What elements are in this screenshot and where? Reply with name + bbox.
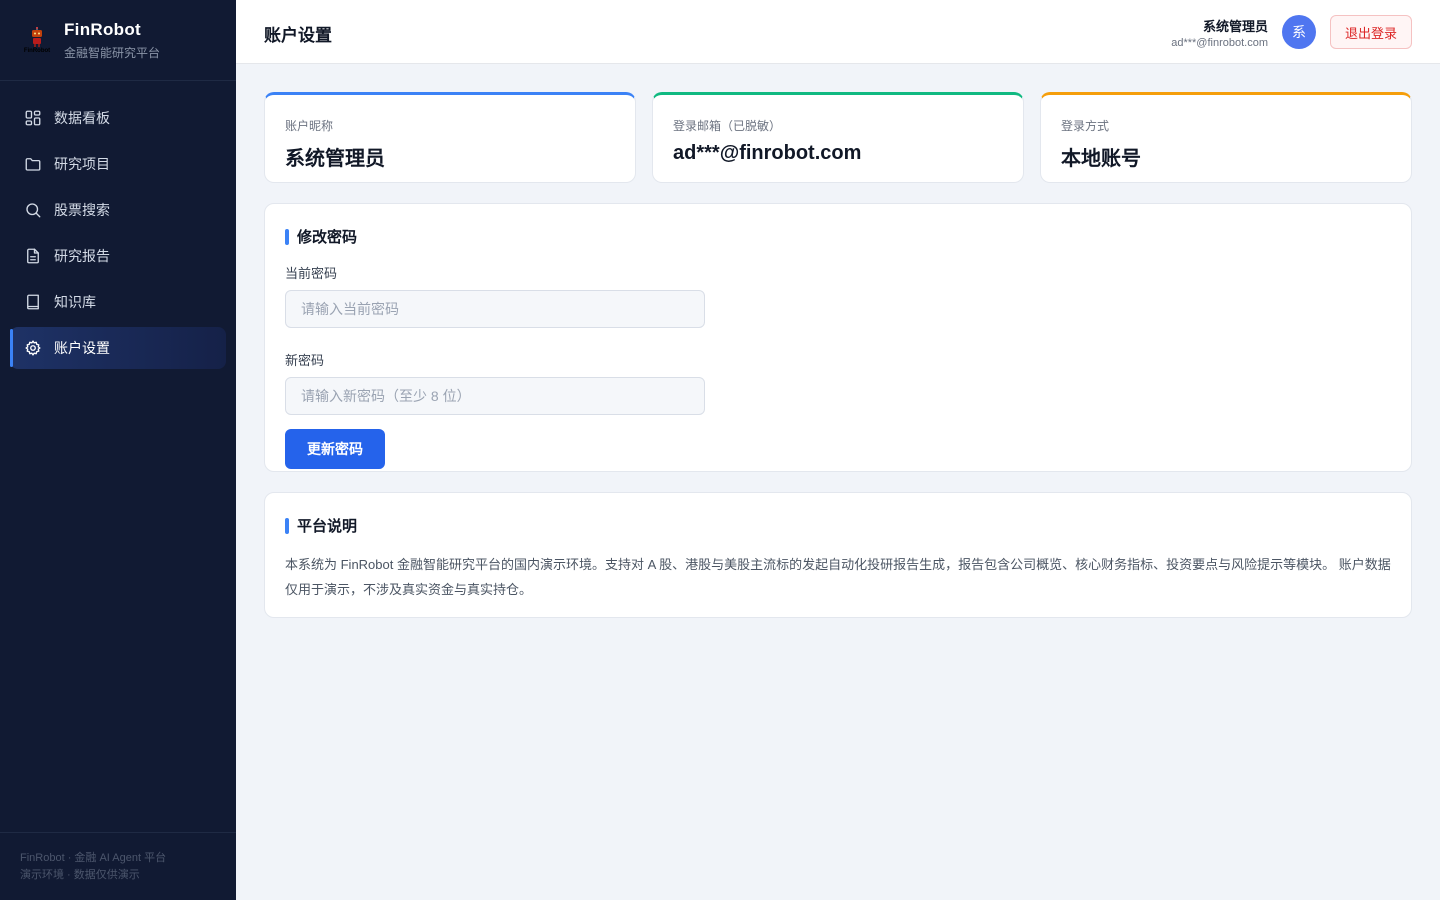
info-card-login-method: 登录方式 本地账号: [1040, 92, 1412, 183]
logo-wordmark: FinRobot: [23, 47, 51, 54]
brand-subtitle: 金融智能研究平台: [64, 45, 161, 60]
info-card-nickname: 账户昵称 系统管理员: [264, 92, 636, 183]
footer-line: FinRobot · 金融 AI Agent 平台: [20, 852, 167, 864]
sidebar-item-dashboard[interactable]: 数据看板: [10, 97, 226, 139]
info-card-value: ad***@finrobot.com: [673, 142, 862, 164]
user-info: 系统管理员 ad***@finrobot.com: [1171, 16, 1268, 49]
sidebar-item-projects[interactable]: 研究项目: [10, 143, 226, 185]
new-password-label: 新密码: [285, 353, 325, 368]
book-icon: [27, 294, 39, 310]
sidebar-item-label: 研究报告: [54, 248, 110, 264]
sidebar-item-label: 知识库: [54, 294, 96, 310]
sidebar-item-reports[interactable]: 研究报告: [10, 235, 226, 277]
folder-icon: [25, 158, 41, 171]
sidebar-nav: 数据看板 研究项目 股票搜索 研究报告 知识库 账户设置: [0, 81, 236, 369]
top-header: 账户设置 系统管理员 ad***@finrobot.com 系 退出登录: [236, 0, 1440, 64]
gear-icon: [25, 340, 41, 356]
section-title: 修改密码: [285, 226, 1391, 247]
search-icon: [26, 203, 41, 218]
sidebar-item-label: 研究项目: [54, 156, 110, 172]
document-icon: [27, 248, 39, 264]
info-card-value: 系统管理员: [285, 148, 385, 170]
current-password-label: 当前密码: [285, 266, 338, 281]
platform-description: 本系统为 FinRobot 金融智能研究平台的国内演示环境。支持对 A 股、港股…: [285, 557, 1391, 597]
sidebar: FinRobot FinRobot 金融智能研究平台 数据看板 研究项目 股票搜…: [0, 0, 236, 900]
dashboard-icon: [25, 110, 41, 126]
sidebar-item-knowledge-base[interactable]: 知识库: [10, 281, 226, 323]
platform-info-panel: 平台说明 本系统为 FinRobot 金融智能研究平台的国内演示环境。支持对 A…: [264, 492, 1412, 618]
sidebar-item-label: 数据看板: [54, 110, 110, 126]
update-password-button[interactable]: 更新密码: [285, 429, 385, 469]
change-password-panel: 修改密码 当前密码 新密码 更新密码: [264, 203, 1412, 472]
sidebar-footer: FinRobot · 金融 AI Agent 平台 演示环境 · 数据仅供演示: [0, 832, 236, 900]
user-name: 系统管理员: [1202, 19, 1268, 34]
logout-button[interactable]: 退出登录: [1330, 15, 1412, 49]
user-email: ad***@finrobot.com: [1171, 37, 1268, 49]
sidebar-item-account-settings[interactable]: 账户设置: [10, 327, 226, 369]
sidebar-item-label: 账户设置: [54, 340, 110, 356]
brand-title: FinRobot: [64, 19, 141, 39]
brand[interactable]: FinRobot FinRobot 金融智能研究平台: [0, 0, 236, 81]
sidebar-item-stock-search[interactable]: 股票搜索: [10, 189, 226, 231]
sidebar-item-label: 股票搜索: [54, 202, 110, 218]
new-password-input[interactable]: [285, 377, 705, 415]
info-card-label: 登录方式: [1061, 119, 1110, 133]
footer-line: 演示环境 · 数据仅供演示: [20, 869, 140, 881]
avatar[interactable]: 系: [1282, 15, 1316, 49]
info-card-label: 登录邮箱（已脱敏）: [673, 119, 782, 133]
info-card-label: 账户昵称: [285, 119, 334, 133]
page-title: 账户设置: [264, 26, 332, 45]
info-card-email: 登录邮箱（已脱敏） ad***@finrobot.com: [652, 92, 1024, 183]
robot-logo-icon: FinRobot: [22, 25, 52, 55]
section-title: 平台说明: [285, 515, 1391, 536]
current-password-input[interactable]: [285, 290, 705, 328]
info-card-value: 本地账号: [1061, 148, 1141, 170]
